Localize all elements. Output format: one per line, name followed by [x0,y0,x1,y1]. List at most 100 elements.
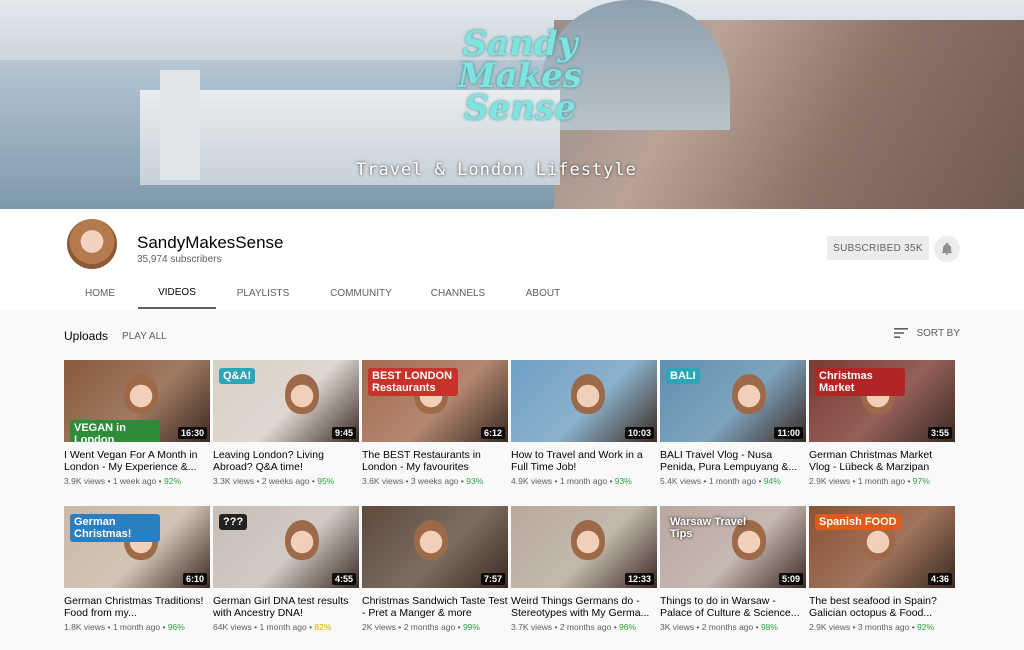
video-title[interactable]: Christmas Sandwich Taste Test - Pret a M… [362,595,508,619]
video-title[interactable]: German Christmas Traditions! Food from m… [64,595,210,619]
upload-age: 1 month ago [259,622,307,632]
meta-separator: • [701,476,709,486]
video-title[interactable]: I Went Vegan For A Month in London - My … [64,449,210,473]
video-title[interactable]: German Christmas Market Vlog - Lübeck & … [809,449,955,473]
video-thumbnail[interactable]: Spanish FOOD 4:36 [809,506,955,588]
upload-age: 2 months ago [403,622,456,632]
avatar[interactable] [67,219,117,269]
video-card[interactable]: BEST LONDON Restaurants 6:12 The BEST Rest… [362,360,508,486]
thumbnail-person [285,374,319,414]
thumbnail-person [571,374,605,414]
upload-age: 1 week ago [112,476,157,486]
meta-separator: • [552,476,560,486]
video-duration: 6:12 [480,427,505,439]
video-title[interactable]: German Girl DNA test results with Ancest… [213,595,359,619]
video-card[interactable]: German Christmas! 6:10 German Christmas Tr… [64,506,210,632]
video-thumbnail[interactable]: Q&A! 9:45 [213,360,359,442]
like-ratio: 96% [167,622,185,632]
video-card[interactable]: Q&A! 9:45 Leaving London? Living Abroad? Q… [213,360,359,486]
video-title[interactable]: Things to do in Warsaw - Palace of Cultu… [660,595,806,619]
video-card[interactable]: Christmas Market 3:55 German Christmas Mar… [809,360,955,486]
channel-banner: Sandy Makes Sense Travel & London Lifest… [0,0,1024,209]
tab-home[interactable]: HOME [62,278,138,309]
video-meta: 3.9K views • 1 week ago • 92% [64,476,210,486]
like-ratio: 97% [912,476,930,486]
video-thumbnail[interactable]: ??? 4:55 [213,506,359,588]
video-title[interactable]: How to Travel and Work in a Full Time Jo… [511,449,657,473]
video-card[interactable]: 10:03 How to Travel and Work in a Full Ti… [511,360,657,486]
video-duration: 3:55 [927,427,952,439]
video-meta: 4.9K views • 1 month ago • 93% [511,476,657,486]
thumbnail-person [571,520,605,560]
video-thumbnail[interactable]: Christmas Market 3:55 [809,360,955,442]
like-ratio: 98% [760,622,778,632]
video-duration: 4:36 [927,573,952,585]
view-count: 2K views [362,622,397,632]
video-thumbnail[interactable]: 10:03 [511,360,657,442]
section-title: Uploads [64,329,109,343]
upload-age: 2 months ago [559,622,612,632]
meta-separator: • [105,476,113,486]
tab-playlists[interactable]: PLAYLISTS [216,278,310,309]
video-duration: 5:09 [778,573,803,585]
video-thumbnail[interactable]: VEGAN in London 16:30 [64,360,210,442]
video-duration: 7:57 [480,573,505,585]
video-title[interactable]: Weird Things Germans do - Stereotypes wi… [511,595,657,619]
video-meta: 5.4K views • 1 month ago • 94% [660,476,806,486]
video-thumbnail[interactable]: 7:57 [362,506,508,588]
meta-separator: • [905,476,913,486]
video-thumbnail[interactable]: BEST LONDON Restaurants 6:12 [362,360,508,442]
video-card[interactable]: ??? 4:55 German Girl DNA test results with… [213,506,359,632]
meta-separator: • [105,622,113,632]
video-title[interactable]: Leaving London? Living Abroad? Q&A time! [213,449,359,473]
video-card[interactable]: 7:57 Christmas Sandwich Taste Test - Pret… [362,506,508,632]
video-thumbnail[interactable]: Warsaw Travel Tips 5:09 [660,506,806,588]
thumbnail-person [124,374,158,414]
sort-by-button[interactable]: SORT BY [894,327,960,339]
thumbnail-text: German Christmas! [70,514,160,542]
video-meta: 2.9K views • 1 month ago • 97% [809,476,955,486]
video-card[interactable]: Warsaw Travel Tips 5:09 Things to do in Wa… [660,506,806,632]
video-thumbnail[interactable]: 12:33 [511,506,657,588]
video-title[interactable]: BALI Travel Vlog - Nusa Penida, Pura Lem… [660,449,806,473]
tab-videos[interactable]: VIDEOS [138,278,216,309]
tab-about[interactable]: ABOUT [504,278,582,309]
meta-separator: • [156,476,164,486]
video-card[interactable]: VEGAN in London 16:30 I Went Vegan For A M… [64,360,210,486]
subscribed-button[interactable]: SUBSCRIBED 35K [827,236,929,260]
thumbnail-person [732,374,766,414]
video-card[interactable]: BALI 11:00 BALI Travel Vlog - Nusa Penida,… [660,360,806,486]
like-ratio: 93% [466,476,484,486]
sort-by-label: SORT BY [916,327,960,339]
banner-tagline: Travel & London Lifestyle [356,160,637,180]
video-duration: 6:10 [182,573,207,585]
thumbnail-text: Christmas Market [815,368,905,396]
video-duration: 9:45 [331,427,356,439]
video-title[interactable]: The best seafood in Spain? Galician octo… [809,595,955,619]
video-thumbnail[interactable]: BALI 11:00 [660,360,806,442]
meta-separator: • [552,622,560,632]
uploads-header: Uploads PLAY ALL SORT BY [64,327,960,345]
notification-bell-button[interactable] [934,236,960,262]
like-ratio: 92% [917,622,935,632]
thumbnail-text: BALI [666,368,700,384]
video-meta: 3.3K views • 2 weeks ago • 95% [213,476,359,486]
like-ratio: 96% [619,622,637,632]
bell-icon [941,242,953,255]
tab-community[interactable]: COMMUNITY [310,278,412,309]
view-count: 3K views [660,622,695,632]
video-title[interactable]: The BEST Restaurants in London - My favo… [362,449,508,473]
video-card[interactable]: 12:33 Weird Things Germans do - Stereotyp… [511,506,657,632]
thumbnail-text: Warsaw Travel Tips [670,516,747,540]
view-count: 3.7K views [511,622,553,632]
video-thumbnail[interactable]: German Christmas! 6:10 [64,506,210,588]
view-count: 3.9K views [64,476,106,486]
video-meta: 1.8K views • 1 month ago • 96% [64,622,210,632]
view-count: 2.9K views [809,476,851,486]
video-duration: 11:00 [774,427,803,439]
upload-age: 1 month ago [708,476,757,486]
sort-icon [894,328,909,338]
tab-channels[interactable]: CHANNELS [412,278,504,309]
play-all-button[interactable]: PLAY ALL [122,331,167,342]
video-card[interactable]: Spanish FOOD 4:36 The best seafood in Spai… [809,506,955,632]
